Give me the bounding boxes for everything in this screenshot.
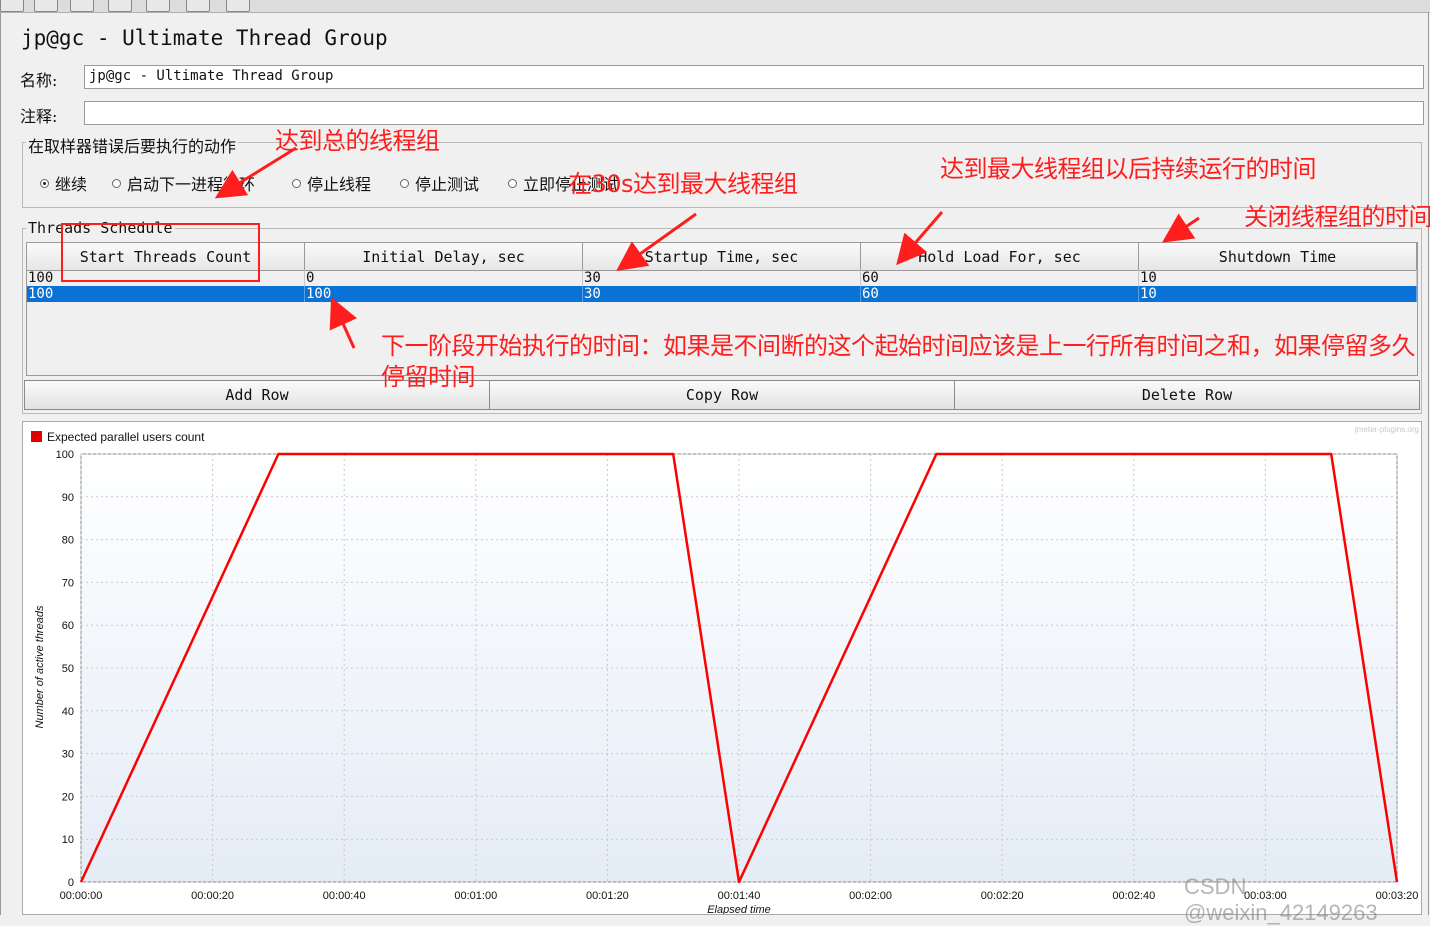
arrow-icon: [616, 212, 697, 271]
annotation-shutdown: 关闭线程组的时间: [1244, 203, 1430, 231]
annotation-overlay: [61, 146, 1200, 349]
arrow-icon: [896, 211, 944, 266]
arrow-icon: [329, 297, 358, 349]
annotation-total-threads: 达到总的线程组: [275, 127, 440, 155]
highlight-box: [61, 223, 260, 282]
annotation-hold: 达到最大线程组以后持续运行的时间: [940, 155, 1317, 183]
arrow-icon: [1162, 213, 1200, 243]
annotation-startup: 在30s达到最大线程组: [568, 170, 798, 198]
annotation-initial-delay-line1: 下一阶段开始执行的时间：如果是不间断的这个起始时间应该是上一行所有时间之和，如果…: [381, 332, 1416, 360]
annotation-initial-delay-line2: 停留时间: [381, 363, 476, 391]
